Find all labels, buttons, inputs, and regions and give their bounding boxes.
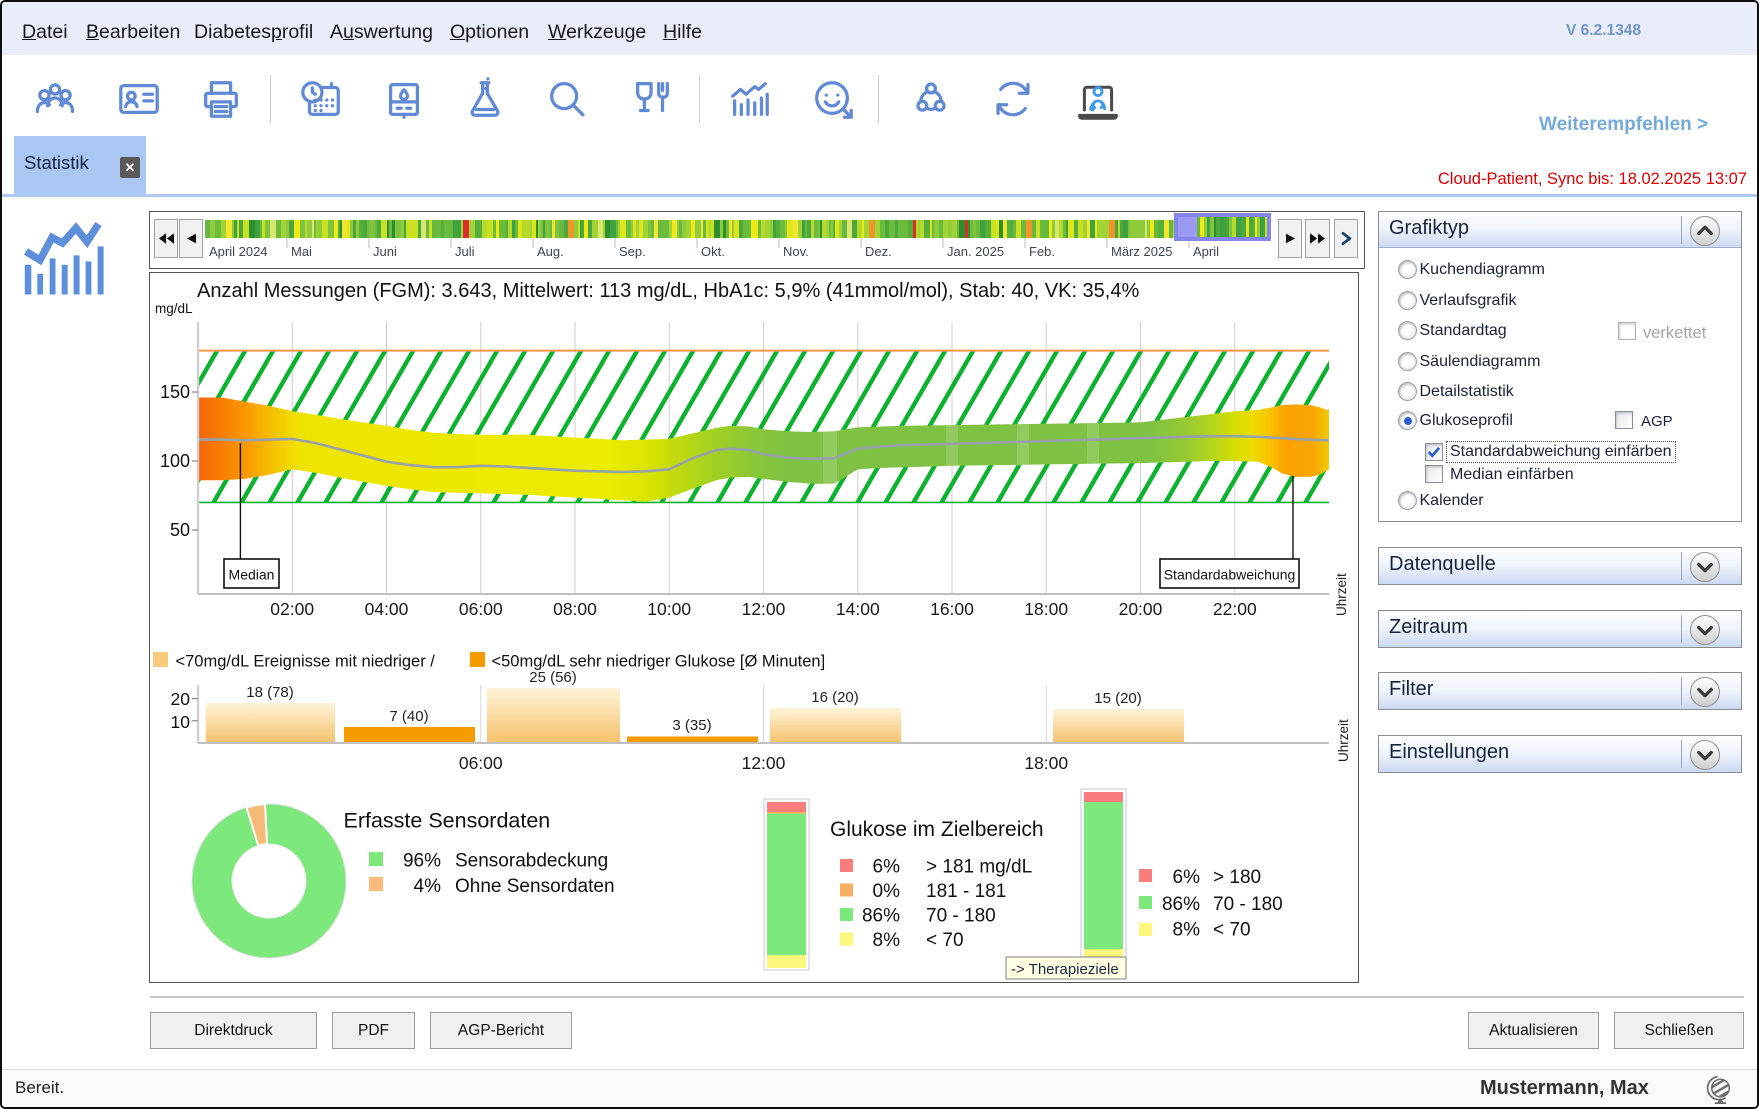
svg-text:16 (20): 16 (20) [811, 689, 859, 706]
svg-text:12:00: 12:00 [742, 599, 786, 619]
svg-text:< 70: < 70 [1213, 920, 1251, 941]
svg-text:16:00: 16:00 [930, 599, 974, 619]
svg-text:70 - 180: 70 - 180 [1213, 894, 1283, 915]
svg-text:150: 150 [160, 382, 190, 402]
svg-text:100: 100 [160, 451, 190, 471]
svg-text:06:00: 06:00 [459, 599, 503, 619]
svg-text:mg/dL: mg/dL [155, 301, 193, 316]
svg-text:Sensorabdeckung: Sensorabdeckung [455, 851, 608, 872]
svg-text:Erfasste Sensordaten: Erfasste Sensordaten [344, 809, 551, 833]
svg-text:<50mg/dL sehr niedriger Glukos: <50mg/dL sehr niedriger Glukose [Ø Minut… [492, 653, 826, 671]
svg-text:18 (78): 18 (78) [246, 684, 294, 701]
svg-text:7 (40): 7 (40) [389, 708, 428, 725]
svg-text:3 (35): 3 (35) [672, 717, 711, 734]
svg-text:8%: 8% [1173, 920, 1201, 941]
svg-text:4%: 4% [414, 876, 442, 897]
svg-text:Uhrzeit: Uhrzeit [1334, 573, 1349, 616]
svg-text:20: 20 [171, 689, 191, 709]
svg-text:181 - 181: 181 - 181 [926, 881, 1006, 902]
svg-text:6%: 6% [1173, 867, 1201, 888]
svg-text:10: 10 [171, 712, 191, 732]
svg-text:02:00: 02:00 [270, 599, 314, 619]
svg-text:Median: Median [229, 567, 275, 583]
svg-text:86%: 86% [1162, 894, 1200, 915]
svg-text:0%: 0% [873, 881, 901, 902]
svg-text:8%: 8% [873, 930, 901, 951]
svg-text:18:00: 18:00 [1024, 599, 1068, 619]
svg-text:<70mg/dL Ereignisse mit niedri: <70mg/dL Ereignisse mit niedriger / [176, 653, 436, 671]
svg-text:Standardabweichung: Standardabweichung [1164, 567, 1296, 583]
svg-text:10:00: 10:00 [647, 599, 691, 619]
svg-text:Anzahl Messungen (FGM): 3.643,: Anzahl Messungen (FGM): 3.643, Mittelwer… [197, 280, 1139, 302]
svg-text:14:00: 14:00 [836, 599, 880, 619]
svg-text:Ohne Sensordaten: Ohne Sensordaten [455, 876, 615, 897]
svg-text:15 (20): 15 (20) [1094, 690, 1142, 707]
svg-text:Glukose im Zielbereich: Glukose im Zielbereich [830, 818, 1044, 841]
svg-text:18:00: 18:00 [1024, 753, 1068, 773]
svg-text:6%: 6% [873, 857, 901, 878]
svg-text:96%: 96% [403, 851, 441, 872]
svg-text:08:00: 08:00 [553, 599, 597, 619]
svg-text:20:00: 20:00 [1119, 599, 1163, 619]
svg-text:25 (56): 25 (56) [529, 669, 577, 686]
svg-text:70 - 180: 70 - 180 [926, 906, 996, 927]
svg-text:86%: 86% [862, 906, 900, 927]
svg-text:-> Therapieziele: -> Therapieziele [1011, 961, 1119, 978]
svg-text:06:00: 06:00 [459, 753, 503, 773]
svg-text:50: 50 [170, 520, 190, 540]
svg-text:Uhrzeit: Uhrzeit [1336, 719, 1351, 762]
svg-text:04:00: 04:00 [365, 599, 409, 619]
svg-text:> 180: > 180 [1213, 867, 1261, 888]
svg-text:< 70: < 70 [926, 930, 964, 951]
svg-text:22:00: 22:00 [1213, 599, 1257, 619]
svg-text:12:00: 12:00 [742, 753, 786, 773]
svg-text:> 181 mg/dL: > 181 mg/dL [926, 857, 1032, 878]
